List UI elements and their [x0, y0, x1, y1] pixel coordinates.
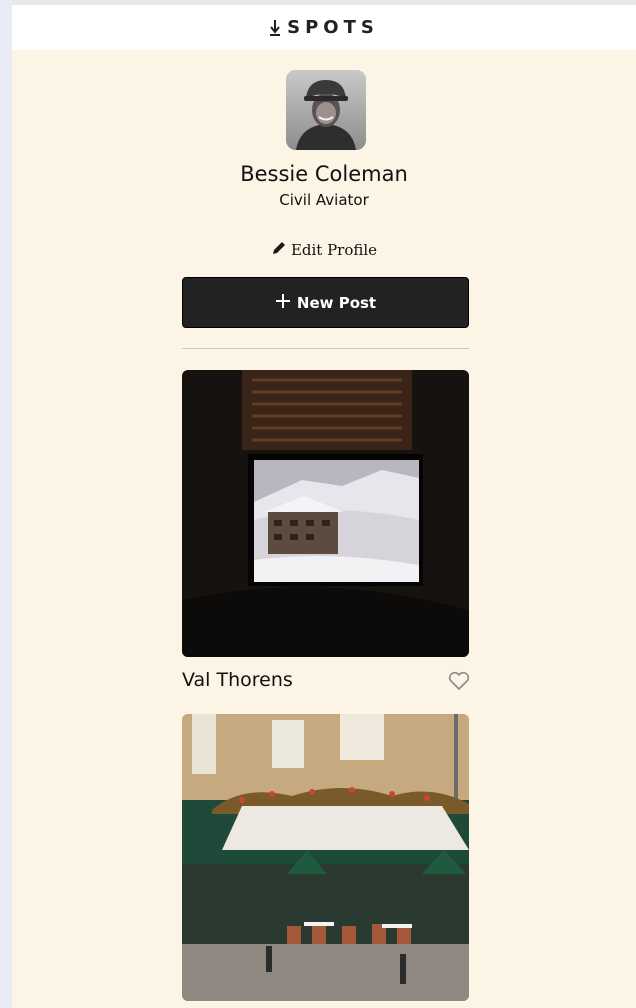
- site-header: SPOTS: [12, 5, 636, 50]
- new-post-button[interactable]: New Post: [182, 277, 469, 328]
- logo[interactable]: SPOTS: [269, 17, 379, 38]
- avatar-photo: [286, 70, 366, 150]
- pencil-icon: [271, 240, 287, 260]
- restaurant-terrace-facade: [182, 714, 469, 1001]
- divider: [182, 348, 469, 349]
- snowy-mountain-through-window: [182, 370, 469, 657]
- edit-profile-button[interactable]: Edit Profile: [12, 240, 636, 260]
- card-title: Val Thorens: [182, 669, 293, 691]
- plus-icon: [275, 293, 291, 313]
- like-heart-icon[interactable]: [448, 671, 470, 695]
- new-post-label: New Post: [296, 293, 377, 312]
- edit-profile-label: Edit Profile: [290, 241, 378, 259]
- card-image[interactable]: [182, 370, 469, 657]
- profile-name: Bessie Coleman: [240, 162, 408, 186]
- avatar: [286, 70, 366, 150]
- logo-text: SPOTS: [287, 17, 379, 38]
- arrow-down-logo-icon: [269, 18, 281, 38]
- profile-description: Civil Aviator: [279, 191, 369, 209]
- card-image[interactable]: [182, 714, 469, 1001]
- app-frame: SPOTS Bessie Coleman Civil Aviator Edit …: [12, 0, 636, 1008]
